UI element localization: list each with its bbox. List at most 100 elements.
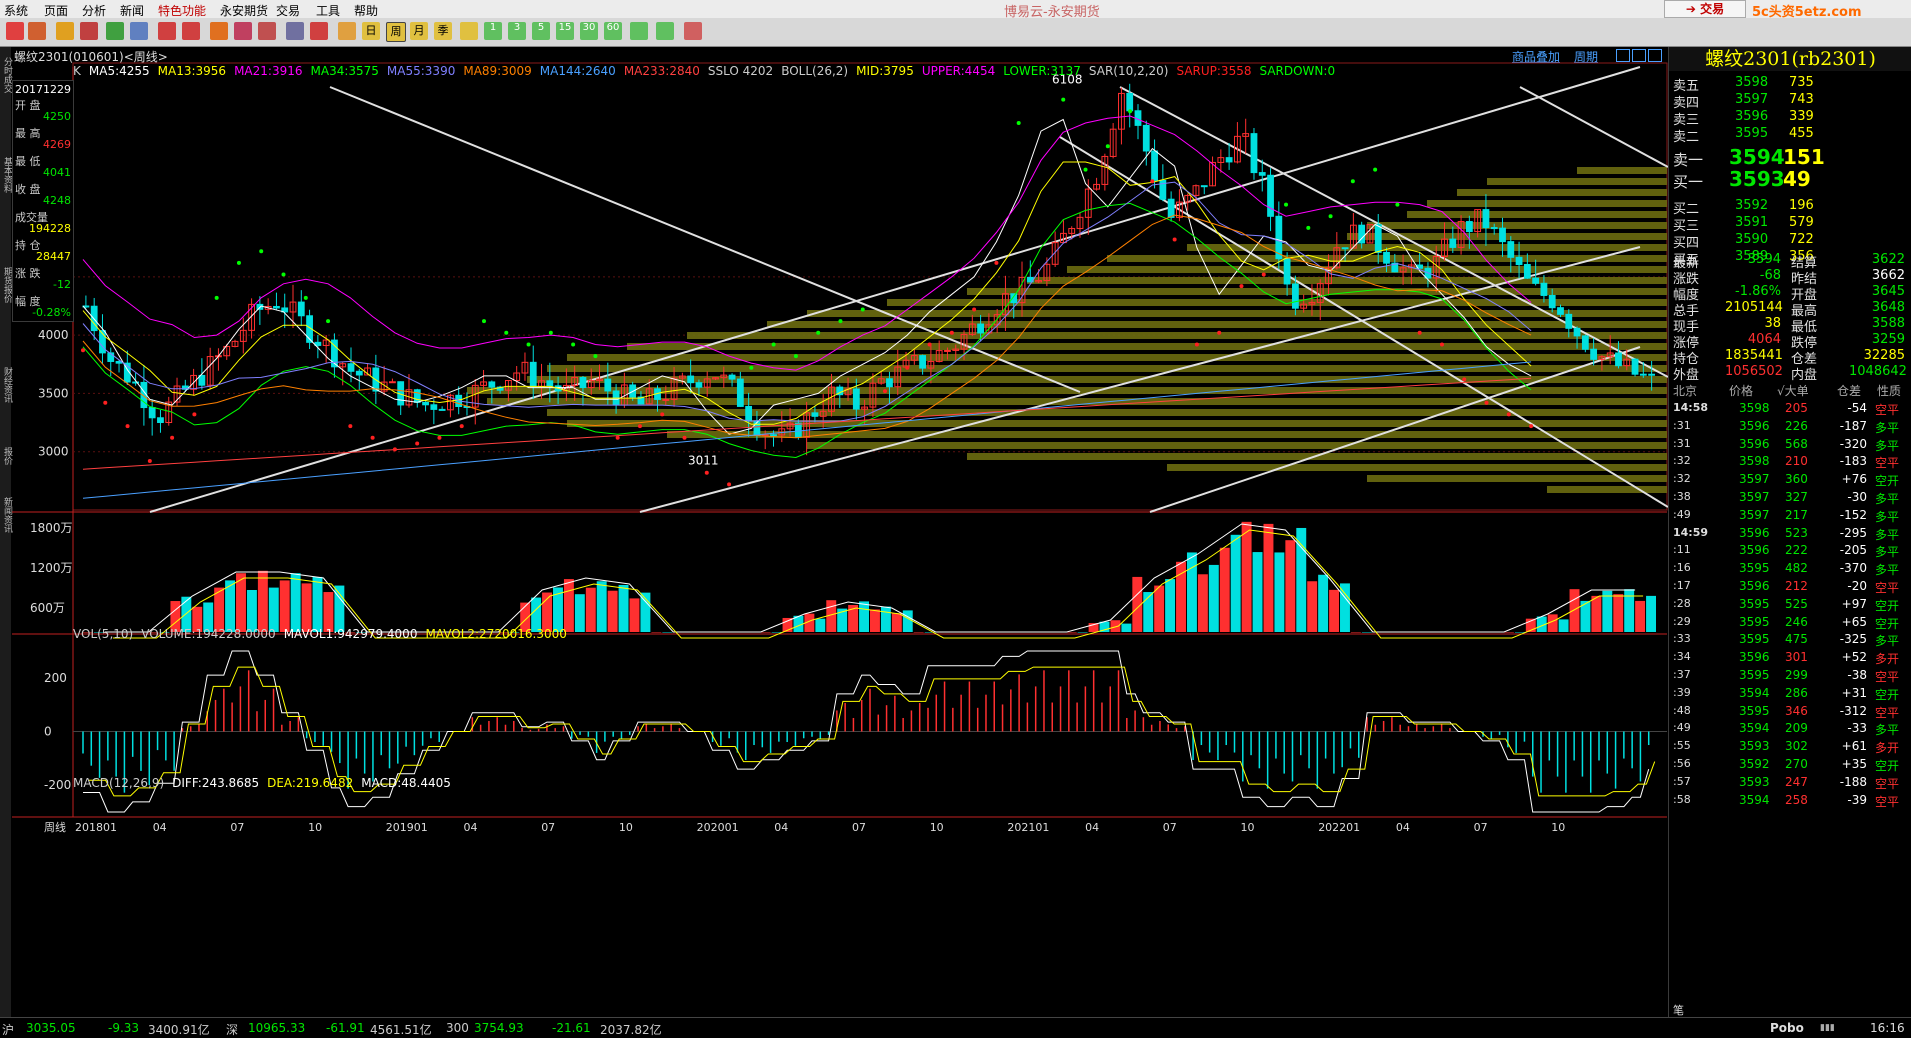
- line-chart-icon[interactable]: [310, 22, 328, 40]
- tick-time: :29: [1673, 614, 1691, 628]
- book-price[interactable]: 3592: [1735, 198, 1768, 213]
- tick-time: :39: [1673, 685, 1691, 699]
- time-axis-label: 07: [541, 821, 555, 834]
- tick-time: :49: [1673, 507, 1691, 521]
- window-icon[interactable]: [130, 22, 148, 40]
- tick-oi-change: -325: [1839, 632, 1867, 647]
- sar-dot: [259, 249, 264, 254]
- 1-icon[interactable]: 1: [484, 22, 502, 40]
- menu-features[interactable]: 特色功能: [158, 2, 206, 19]
- main-legend-item: SARUP:3558: [1176, 64, 1252, 78]
- volume-bar: [1252, 552, 1263, 632]
- time-axis-label: 04: [1396, 821, 1410, 834]
- y-icon[interactable]: [656, 22, 674, 40]
- month-icon[interactable]: 月: [410, 22, 428, 40]
- macd-axis-label: -200: [44, 778, 71, 792]
- tick-nature: 多平: [1875, 634, 1900, 649]
- volume-profile-bar: [567, 420, 1667, 427]
- menu-trade[interactable]: 交易: [276, 2, 300, 19]
- filter-icon[interactable]: [258, 22, 276, 40]
- sar-dot: [1016, 120, 1021, 125]
- stat-value: 3648: [1871, 300, 1905, 315]
- volume-bar: [870, 609, 880, 632]
- status-item: 4561.51亿: [370, 1023, 432, 1037]
- week-icon[interactable]: 周: [386, 22, 406, 42]
- sar-dot: [905, 365, 910, 370]
- period-icon[interactable]: [338, 22, 356, 40]
- menu-page[interactable]: 页面: [44, 2, 68, 19]
- grid-icon[interactable]: [286, 22, 304, 40]
- info-value: 4248: [43, 194, 71, 207]
- menu-news[interactable]: 新闻: [120, 2, 144, 19]
- menu-help[interactable]: 帮助: [354, 2, 378, 19]
- draw-icon[interactable]: [234, 22, 252, 40]
- menu-yongan[interactable]: 永安期货: [220, 2, 268, 19]
- book-price[interactable]: 3598: [1735, 75, 1768, 90]
- candle-body: [546, 380, 554, 387]
- volume-profile-bar: [527, 376, 1667, 383]
- time-axis-label: 10: [308, 821, 322, 834]
- back-icon[interactable]: [28, 22, 46, 40]
- candle-body: [1581, 335, 1589, 350]
- book-price[interactable]: 3593: [1729, 167, 1785, 191]
- time-axis-label: 202001: [697, 821, 739, 834]
- tick-volume: 475: [1785, 632, 1808, 647]
- volume-bar: [815, 618, 826, 632]
- 30-icon[interactable]: 30: [580, 22, 598, 40]
- list-icon[interactable]: [80, 22, 98, 40]
- tick-time: :34: [1673, 650, 1691, 664]
- trade-button[interactable]: ➔ 交易: [1664, 0, 1746, 18]
- day-icon[interactable]: 日: [362, 22, 380, 40]
- main-legend-item: UPPER:4454: [921, 64, 996, 78]
- custom-icon[interactable]: [630, 22, 648, 40]
- x-icon[interactable]: [460, 22, 478, 40]
- folder-icon[interactable]: [56, 22, 74, 40]
- volume-profile-bar: [1027, 277, 1667, 284]
- chart-canvas[interactable]: 4500400035003000610830111800万1200万600万20…: [0, 47, 1668, 1017]
- tick-volume: 286: [1785, 685, 1808, 700]
- time-axis-label: 04: [153, 821, 167, 834]
- tick-oi-change: -188: [1839, 774, 1867, 789]
- 3-icon[interactable]: 3: [508, 22, 526, 40]
- book-price[interactable]: 3591: [1735, 215, 1768, 230]
- book-price[interactable]: 3594: [1729, 145, 1785, 169]
- volume-profile-bar: [1427, 200, 1667, 207]
- book-price[interactable]: 3597: [1735, 92, 1768, 107]
- book-price[interactable]: 3596: [1735, 109, 1768, 124]
- pen-icon[interactable]: [210, 22, 228, 40]
- menu-analysis[interactable]: 分析: [82, 2, 106, 19]
- menu-tools[interactable]: 工具: [316, 2, 340, 19]
- candle-body: [355, 370, 363, 376]
- zoom-in-icon[interactable]: [158, 22, 176, 40]
- tick-nature: 多开: [1875, 741, 1900, 756]
- tick-mode-tab[interactable]: 笔: [1673, 1002, 1684, 1018]
- status-item: -61.91: [326, 1021, 365, 1035]
- book-price[interactable]: 3590: [1735, 232, 1768, 247]
- status-item: 2037.82亿: [600, 1023, 662, 1037]
- volume-profile-bar: [547, 365, 1667, 372]
- zoom-out-icon[interactable]: [182, 22, 200, 40]
- 15-icon[interactable]: 15: [556, 22, 574, 40]
- book-volume: 735: [1789, 75, 1814, 90]
- main-legend-item: SAR(10,2,20): [1088, 64, 1169, 78]
- sar-dot: [1395, 202, 1400, 207]
- 5-icon[interactable]: 5: [532, 22, 550, 40]
- home-icon[interactable]: [6, 22, 24, 40]
- volume-bar: [1318, 574, 1329, 632]
- sar-dot: [459, 424, 464, 429]
- calc-icon[interactable]: [684, 22, 702, 40]
- 60-icon[interactable]: 60: [604, 22, 622, 40]
- book-price[interactable]: 3595: [1735, 126, 1768, 141]
- refresh-icon[interactable]: [106, 22, 124, 40]
- tick-nature: 多平: [1875, 438, 1900, 453]
- tick-time: 14:59: [1673, 525, 1709, 539]
- volume-bar: [312, 576, 323, 632]
- menu-system[interactable]: 系统: [4, 2, 28, 19]
- tick-price: 3596: [1739, 650, 1770, 665]
- quarter-icon[interactable]: 季: [434, 22, 452, 40]
- trend-line[interactable]: [1519, 86, 1668, 168]
- tick-time: :32: [1673, 454, 1691, 468]
- candle-body: [1465, 221, 1473, 233]
- volume-profile-bar: [1457, 189, 1667, 196]
- volume-bar: [1329, 589, 1340, 632]
